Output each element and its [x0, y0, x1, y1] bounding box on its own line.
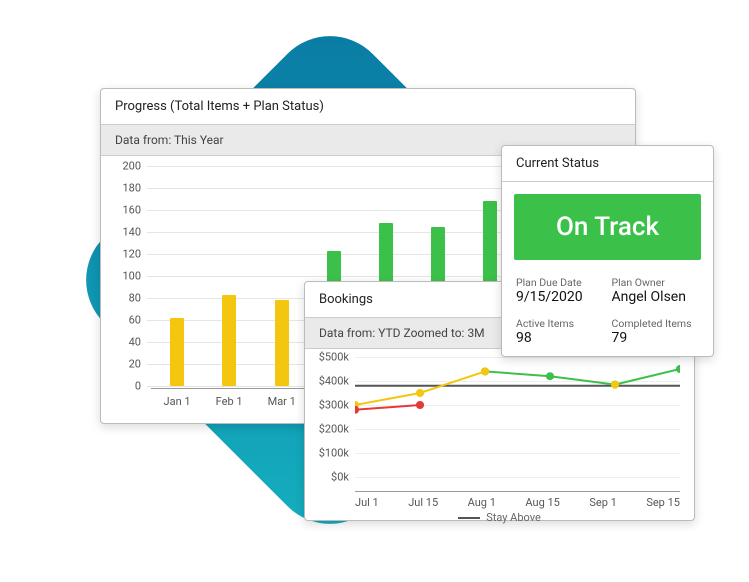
data-point [546, 372, 554, 380]
data-point [611, 381, 619, 389]
line-x-tick: Sep 1 [589, 496, 616, 509]
status-title: Current Status [502, 146, 713, 182]
line-series [485, 369, 680, 385]
line-y-tick: $300k [313, 399, 349, 412]
line-series [355, 405, 420, 410]
bar-group [151, 318, 203, 386]
bar-x-tick: Feb 1 [216, 395, 243, 408]
line-y-tick: $0k [313, 471, 349, 484]
bar-group [255, 300, 307, 386]
due-date-label: Plan Due Date [516, 276, 604, 289]
progress-title: Progress (Total Items + Plan Status) [101, 89, 635, 125]
line-gridline [355, 477, 680, 478]
line-x-tick: Aug 15 [525, 496, 559, 509]
bar-y-tick: 100 [113, 270, 141, 283]
completed-label: Completed Items [612, 317, 700, 330]
line-x-tick: Aug 1 [468, 496, 496, 509]
bar-y-tick: 20 [113, 358, 141, 371]
bookings-legend: Stay Above [305, 509, 694, 530]
completed-value: 79 [612, 330, 700, 346]
line-y-tick: $500k [313, 351, 349, 364]
bar [170, 318, 184, 386]
line-y-tick: $400k [313, 375, 349, 388]
owner-label: Plan Owner [612, 276, 700, 289]
bar-y-tick: 80 [113, 292, 141, 305]
data-point [416, 389, 424, 397]
status-card: Current Status On Track Plan Due Date 9/… [501, 145, 714, 357]
line-x-tick: Jul 15 [408, 496, 438, 509]
line-x-axis: Jul 1 Jul 15 Aug 1 Aug 15 Sep 1 Sep 15 [355, 491, 680, 509]
bar-y-tick: 180 [113, 182, 141, 195]
data-point [676, 365, 680, 373]
line-x-tick: Sep 15 [646, 496, 680, 509]
due-date-value: 9/15/2020 [516, 289, 604, 305]
bar-group [203, 295, 255, 386]
line-y-tick: $200k [313, 423, 349, 436]
bar [275, 300, 289, 386]
legend-swatch [458, 517, 480, 519]
line-x-tick: Jul 1 [355, 496, 379, 509]
owner-value: Angel Olsen [612, 289, 700, 305]
line-series [355, 371, 485, 405]
bar-y-tick: 200 [113, 160, 141, 173]
line-svg [355, 357, 680, 477]
legend-label: Stay Above [486, 511, 541, 524]
data-point [416, 401, 424, 409]
line-chart: $0k $100k $200k $300k $400k $500k Jul 1 Jul 15… [305, 349, 694, 509]
active-value: 98 [516, 330, 604, 346]
status-grid: Plan Due Date 9/15/2020 Plan Owner Angel… [502, 272, 713, 366]
active-label: Active Items [516, 317, 604, 330]
bar-y-tick: 160 [113, 204, 141, 217]
status-banner: On Track [514, 194, 701, 260]
line-y-tick: $100k [313, 447, 349, 460]
data-point [481, 367, 489, 375]
bar-y-tick: 60 [113, 314, 141, 327]
bar-y-tick: 120 [113, 248, 141, 261]
bar-y-tick: 0 [113, 380, 141, 393]
bar-x-tick: Jan 1 [164, 395, 191, 408]
bar-y-tick: 40 [113, 336, 141, 349]
bar [222, 295, 236, 386]
bar-y-tick: 140 [113, 226, 141, 239]
bar-x-tick: Mar 1 [268, 395, 296, 408]
